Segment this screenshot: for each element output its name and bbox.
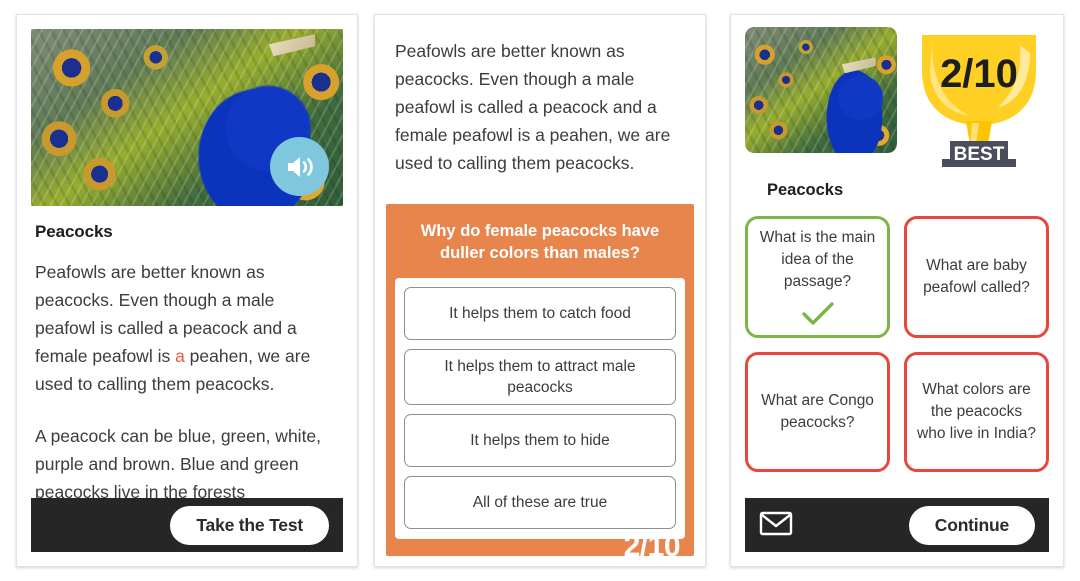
screenshot-stage: Peacocks Peafowls are better known as pe… (0, 0, 1080, 581)
answer-option[interactable]: It helps them to attract male peacocks (404, 349, 676, 405)
hero-image (31, 29, 343, 206)
quiz-progress-counter: 2/10 (623, 530, 681, 556)
results-header: 2/10 BEST (731, 15, 1063, 167)
question-card-text: What are baby peafowl called? (923, 257, 1030, 296)
peacock-beak (841, 57, 876, 74)
quiz-card: Why do female peacocks have duller color… (386, 204, 694, 556)
results-bottom-bar: Continue (745, 498, 1049, 552)
envelope-icon[interactable] (759, 510, 793, 541)
paragraph-1: Peafowls are better known as peacocks. E… (35, 258, 339, 398)
results-title: Peacocks (767, 181, 844, 199)
highlighted-word: a (175, 346, 185, 366)
peacock-beak (268, 34, 315, 57)
peacock-photo-small (745, 27, 897, 153)
reader-bottom-bar: Take the Test (31, 498, 343, 552)
question-card-text: What is the main idea of the passage? (759, 229, 876, 290)
trophy-icon: 2/10 BEST (909, 27, 1049, 167)
question-card-text: What colors are the peacocks who live in… (917, 381, 1036, 442)
quiz-panel: Peafowls are better known as peacocks. E… (374, 14, 706, 567)
peacock-thumbnail (745, 27, 897, 153)
check-icon (801, 301, 835, 327)
article-body: Peafowls are better known as peacocks. E… (35, 258, 339, 506)
speaker-icon[interactable] (270, 137, 329, 196)
question-card-text: What are Congo peacocks? (761, 392, 874, 431)
question-card[interactable]: What is the main idea of the passage? (745, 216, 890, 338)
answer-options: It helps them to catch food It helps the… (395, 278, 685, 539)
trophy-best-text: BEST (954, 144, 1005, 165)
reader-panel: Peacocks Peafowls are better known as pe… (16, 14, 358, 567)
question-card[interactable]: What are Congo peacocks? (745, 352, 890, 472)
question-results-grid: What is the main idea of the passage? Wh… (731, 200, 1063, 472)
take-the-test-button[interactable]: Take the Test (170, 505, 329, 545)
trophy-score-text: 2/10 (940, 52, 1018, 96)
question-card[interactable]: What colors are the peacocks who live in… (904, 352, 1049, 472)
answer-option[interactable]: It helps them to catch food (404, 287, 676, 340)
quiz-passage: Peafowls are better known as peacocks. E… (395, 41, 671, 173)
page-title: Peacocks (35, 222, 113, 241)
question-card[interactable]: What are baby peafowl called? (904, 216, 1049, 338)
quiz-question: Why do female peacocks have duller color… (420, 222, 660, 262)
paragraph-2: A peacock can be blue, green, white, pur… (35, 426, 322, 502)
answer-option[interactable]: All of these are true (404, 476, 676, 529)
answer-option[interactable]: It helps them to hide (404, 414, 676, 467)
continue-button[interactable]: Continue (908, 505, 1035, 545)
results-panel: 2/10 BEST Peacocks What is the main idea… (730, 14, 1064, 567)
